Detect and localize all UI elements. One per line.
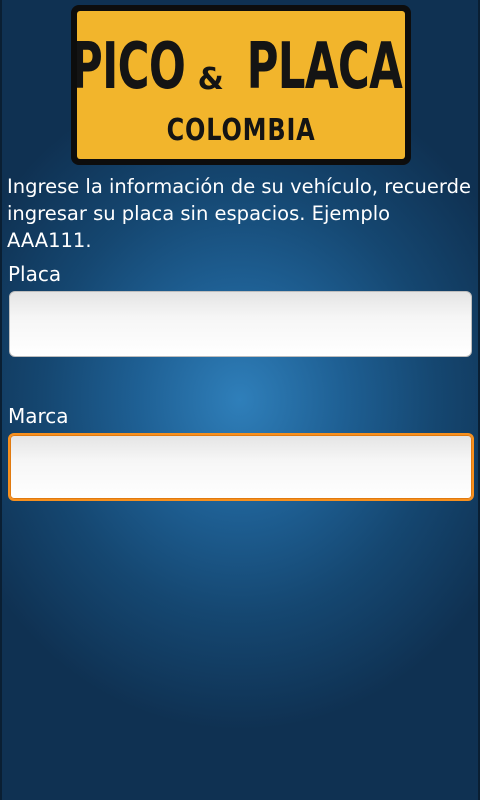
marca-label: Marca [8,404,69,428]
logo-subtitle: COLOMBIA [77,116,405,146]
logo-title-left: PICO [77,30,185,104]
logo-title-right: PLACA [246,30,402,104]
pico-placa-logo: PICO & PLACA COLOMBIA [71,5,411,165]
logo-subtitle-text: COLOMBIA [166,113,316,148]
logo-title: PICO & PLACA [77,19,405,99]
license-plate-graphic: PICO & PLACA COLOMBIA [77,11,405,159]
app-screen: PICO & PLACA COLOMBIA Ingrese la informa… [0,0,480,800]
placa-input[interactable] [9,291,472,357]
logo-title-amp: & [197,62,224,97]
left-frame-edge [0,0,2,800]
instructions-text: Ingrese la información de su vehículo, r… [7,175,471,252]
placa-label: Placa [8,262,62,286]
marca-input[interactable] [8,433,474,501]
